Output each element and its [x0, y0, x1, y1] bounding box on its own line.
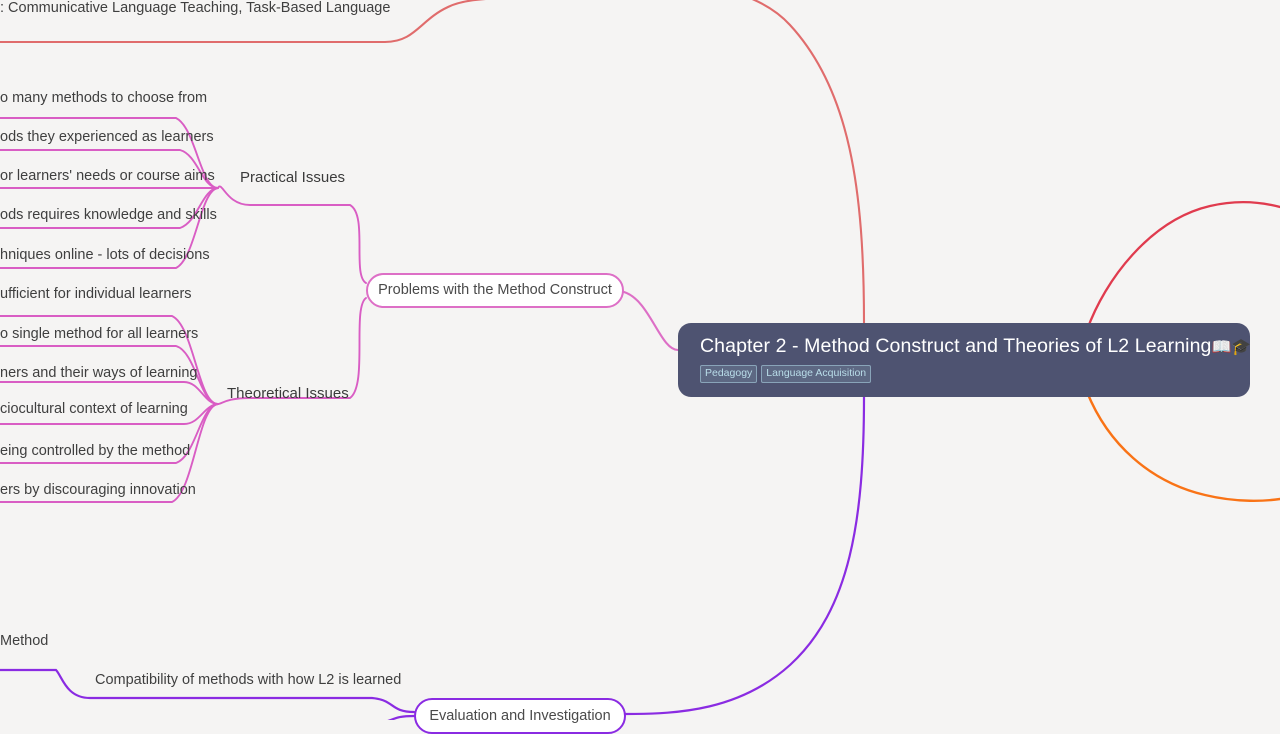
leaf-theoretical-5[interactable]: eing controlled by the method: [0, 443, 190, 460]
edge-right-upper-branch: [1085, 201, 1280, 332]
leaf-theoretical-2[interactable]: o single method for all learners: [0, 326, 198, 343]
leaf-theoretical-6[interactable]: ers by discouraging innovation: [0, 482, 196, 499]
node-compatibility[interactable]: Compatibility of methods with how L2 is …: [95, 672, 401, 689]
leaf-practical-4[interactable]: ods requires knowledge and skills: [0, 207, 217, 224]
tag-language-acquisition[interactable]: Language Acquisition: [761, 365, 872, 383]
node-theoretical-issues[interactable]: Theoretical Issues: [227, 385, 349, 402]
root-title-text: Chapter 2 - Method Construct and Theorie…: [700, 335, 1212, 357]
node-methods-list-clipped[interactable]: : Communicative Language Teaching, Task-…: [0, 0, 390, 17]
edge-right-lower-branch: [1085, 390, 1280, 502]
leaf-theoretical-3[interactable]: ners and their ways of learning: [0, 365, 197, 382]
leaf-practical-1[interactable]: o many methods to choose from: [0, 90, 207, 107]
leaf-theoretical-1[interactable]: ufficient for individual learners: [0, 286, 192, 303]
leaf-practical-3[interactable]: or learners' needs or course aims: [0, 168, 215, 185]
leaf-practical-2[interactable]: ods they experienced as learners: [0, 129, 214, 146]
root-node[interactable]: Chapter 2 - Method Construct and Theorie…: [678, 323, 1251, 397]
tag-pedagogy[interactable]: Pedagogy: [700, 365, 758, 383]
root-title: Chapter 2 - Method Construct and Theorie…: [700, 334, 1251, 360]
root-title-icons: 📖🎓: [1211, 339, 1252, 356]
node-problems-with-the-method-construct[interactable]: Problems with the Method Construct: [366, 273, 624, 308]
leaf-theoretical-4[interactable]: ciocultural context of learning: [0, 401, 188, 418]
root-tag-list: Pedagogy Language Acquisition: [700, 365, 1230, 383]
node-evaluation-and-investigation[interactable]: Evaluation and Investigation: [414, 698, 626, 734]
mindmap-canvas[interactable]: Chapter 2 - Method Construct and Theorie…: [0, 0, 1280, 734]
node-practical-issues[interactable]: Practical Issues: [240, 169, 345, 186]
edge-problems-branch: [622, 290, 680, 352]
node-method[interactable]: Method: [0, 633, 48, 650]
leaf-practical-5[interactable]: hniques online - lots of decisions: [0, 247, 210, 264]
